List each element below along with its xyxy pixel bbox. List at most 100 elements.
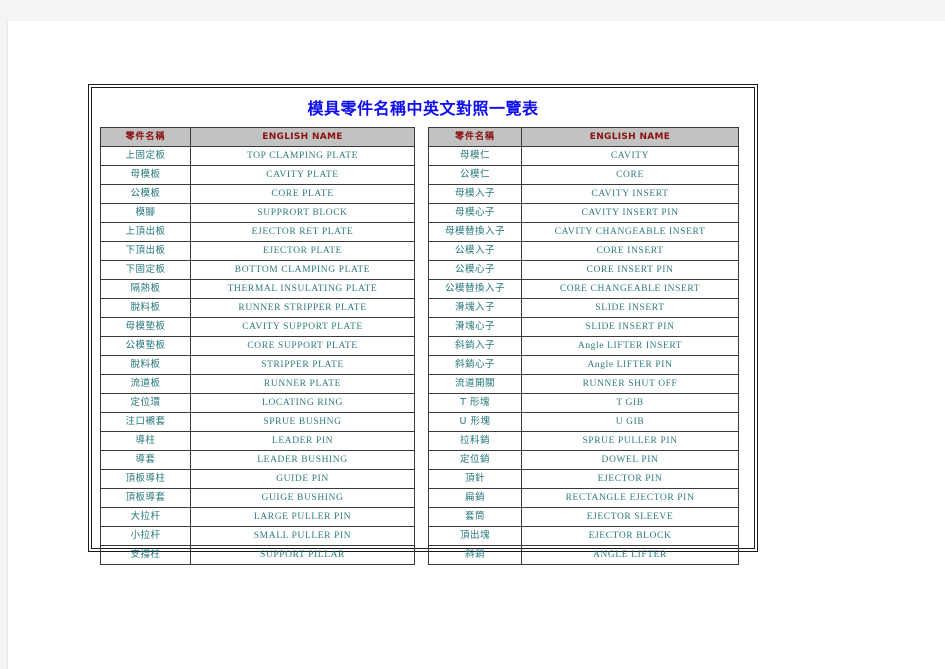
cell-english-name: RUNNER SHUT OFF [521,374,739,394]
table-row: 下頂出板 EJECTOR PLATE [100,241,415,261]
table-row: 母模仁 CAVITY [428,146,739,166]
column-header-english-name: ENGLISH NAME [190,127,415,147]
cell-english-name: LEADER PIN [190,431,415,451]
table-row: 定位銷 DOWEL PIN [428,450,739,470]
cell-english-name: EJECTOR RET PLATE [190,222,415,242]
column-header-chinese-name: 零件名稱 [428,127,522,147]
cell-english-name: SUPPORT PILLAR [190,545,415,565]
table-row: 脫料板 RUNNER STRIPPER PLATE [100,298,415,318]
cell-chinese-name: 公模墊板 [100,336,191,356]
table-header-row: 零件名稱 ENGLISH NAME [428,127,739,147]
table-row: 母模墊板 CAVITY SUPPORT PLATE [100,317,415,337]
cell-chinese-name: 流道開關 [428,374,522,394]
table-row: 頂板導柱 GUIDE PIN [100,469,415,489]
cell-english-name: CAVITY SUPPORT PLATE [190,317,415,337]
cell-english-name: EJECTOR SLEEVE [521,507,739,527]
cell-english-name: SUPPRORT BLOCK [190,203,415,223]
table-row: 支撐柱 SUPPORT PILLAR [100,545,415,565]
cell-english-name: LOCATING RING [190,393,415,413]
table-row: 脫料板 STRIPPER PLATE [100,355,415,375]
table-row: 公模墊板 CORE SUPPORT PLATE [100,336,415,356]
table-row: 滑塊入子 SLIDE INSERT [428,298,739,318]
table-row: 拉料銷 SPRUE PULLER PIN [428,431,739,451]
table-row: 流道開關 RUNNER SHUT OFF [428,374,739,394]
page-title: 模具零件名稱中英文對照一覽表 [307,99,539,118]
table-row: 斜銷心子 Angle LIFTER PIN [428,355,739,375]
cell-english-name: CORE INSERT PIN [521,260,739,280]
cell-chinese-name: 頂板導柱 [100,469,191,489]
table-row: 公模心子 CORE INSERT PIN [428,260,739,280]
table-row: 流道板 RUNNER PLATE [100,374,415,394]
cell-english-name: RUNNER PLATE [190,374,415,394]
cell-english-name: CORE CHANGEABLE INSERT [521,279,739,299]
cell-chinese-name: 隔熱板 [100,279,191,299]
cell-english-name: SPRUE PULLER PIN [521,431,739,451]
cell-english-name: RUNNER STRIPPER PLATE [190,298,415,318]
cell-chinese-name: 下頂出板 [100,241,191,261]
table-row: 公模入子 CORE INSERT [428,241,739,261]
table-row: 套筒 EJECTOR SLEEVE [428,507,739,527]
table-row: 滑塊心子 SLIDE INSERT PIN [428,317,739,337]
cell-chinese-name: 導套 [100,450,191,470]
cell-english-name: SLIDE INSERT [521,298,739,318]
cell-english-name: GUIDE PIN [190,469,415,489]
page-top-margin [0,0,945,21]
table-row: 母模心子 CAVITY INSERT PIN [428,203,739,223]
cell-chinese-name: 注口襯套 [100,412,191,432]
cell-english-name: CAVITY CHANGEABLE INSERT [521,222,739,242]
page-left-margin [0,0,7,669]
cell-chinese-name: 公模仁 [428,165,522,185]
cell-chinese-name: 母模入子 [428,184,522,204]
cell-english-name: CORE [521,165,739,185]
cell-english-name: Angle LIFTER INSERT [521,336,739,356]
cell-english-name: EJECTOR BLOCK [521,526,739,546]
cell-chinese-name: 模腳 [100,203,191,223]
cell-chinese-name: 公模入子 [428,241,522,261]
cell-chinese-name: 大拉杆 [100,507,191,527]
cell-english-name: THERMAL INSULATING PLATE [190,279,415,299]
cell-english-name: LARGE PULLER PIN [190,507,415,527]
cell-chinese-name: 上頂出板 [100,222,191,242]
cell-chinese-name: 滑塊心子 [428,317,522,337]
cell-chinese-name: 斜銷入子 [428,336,522,356]
table-row: U 形塊 U GIB [428,412,739,432]
cell-english-name: CORE SUPPORT PLATE [190,336,415,356]
table-row: 公模替換入子 CORE CHANGEABLE INSERT [428,279,739,299]
cell-chinese-name: 公模心子 [428,260,522,280]
cell-chinese-name: 頂板導套 [100,488,191,508]
cell-chinese-name: 斜銷 [428,545,522,565]
cell-chinese-name: 脫料板 [100,355,191,375]
cell-chinese-name: 流道板 [100,374,191,394]
cell-english-name: TOP CLAMPING PLATE [190,146,415,166]
cell-chinese-name: 斜銷心子 [428,355,522,375]
tables-container: 零件名稱 ENGLISH NAME 上固定板 TOP CLAMPING PLATE 母模… [100,127,739,565]
cell-chinese-name: 公模板 [100,184,191,204]
column-header-english-name: ENGLISH NAME [521,127,739,147]
cell-chinese-name: 套筒 [428,507,522,527]
cell-english-name: CORE PLATE [190,184,415,204]
cell-chinese-name: 公模替換入子 [428,279,522,299]
cell-english-name: CORE INSERT [521,241,739,261]
table-row: T 形塊 T GIB [428,393,739,413]
table-row: 導套 LEADER BUSHING [100,450,415,470]
cell-chinese-name: 定位環 [100,393,191,413]
cell-chinese-name: T 形塊 [428,393,522,413]
cell-chinese-name: 扁銷 [428,488,522,508]
table-row: 上固定板 TOP CLAMPING PLATE [100,146,415,166]
table-row: 大拉杆 LARGE PULLER PIN [100,507,415,527]
cell-chinese-name: U 形塊 [428,412,522,432]
left-table: 零件名稱 ENGLISH NAME 上固定板 TOP CLAMPING PLATE 母模… [100,127,415,565]
cell-english-name: SLIDE INSERT PIN [521,317,739,337]
cell-chinese-name: 母模仁 [428,146,522,166]
cell-chinese-name: 母模心子 [428,203,522,223]
table-row: 斜銷入子 Angle LIFTER INSERT [428,336,739,356]
table-row: 下固定板 BOTTOM CLAMPING PLATE [100,260,415,280]
cell-english-name: BOTTOM CLAMPING PLATE [190,260,415,280]
cell-english-name: SPRUE BUSHNG [190,412,415,432]
cell-english-name: RECTANGLE EJECTOR PIN [521,488,739,508]
table-row: 母模替換入子 CAVITY CHANGEABLE INSERT [428,222,739,242]
table-row: 注口襯套 SPRUE BUSHNG [100,412,415,432]
table-row: 母模入子 CAVITY INSERT [428,184,739,204]
cell-chinese-name: 支撐柱 [100,545,191,565]
table-row: 小拉杆 SMALL PULLER PIN [100,526,415,546]
